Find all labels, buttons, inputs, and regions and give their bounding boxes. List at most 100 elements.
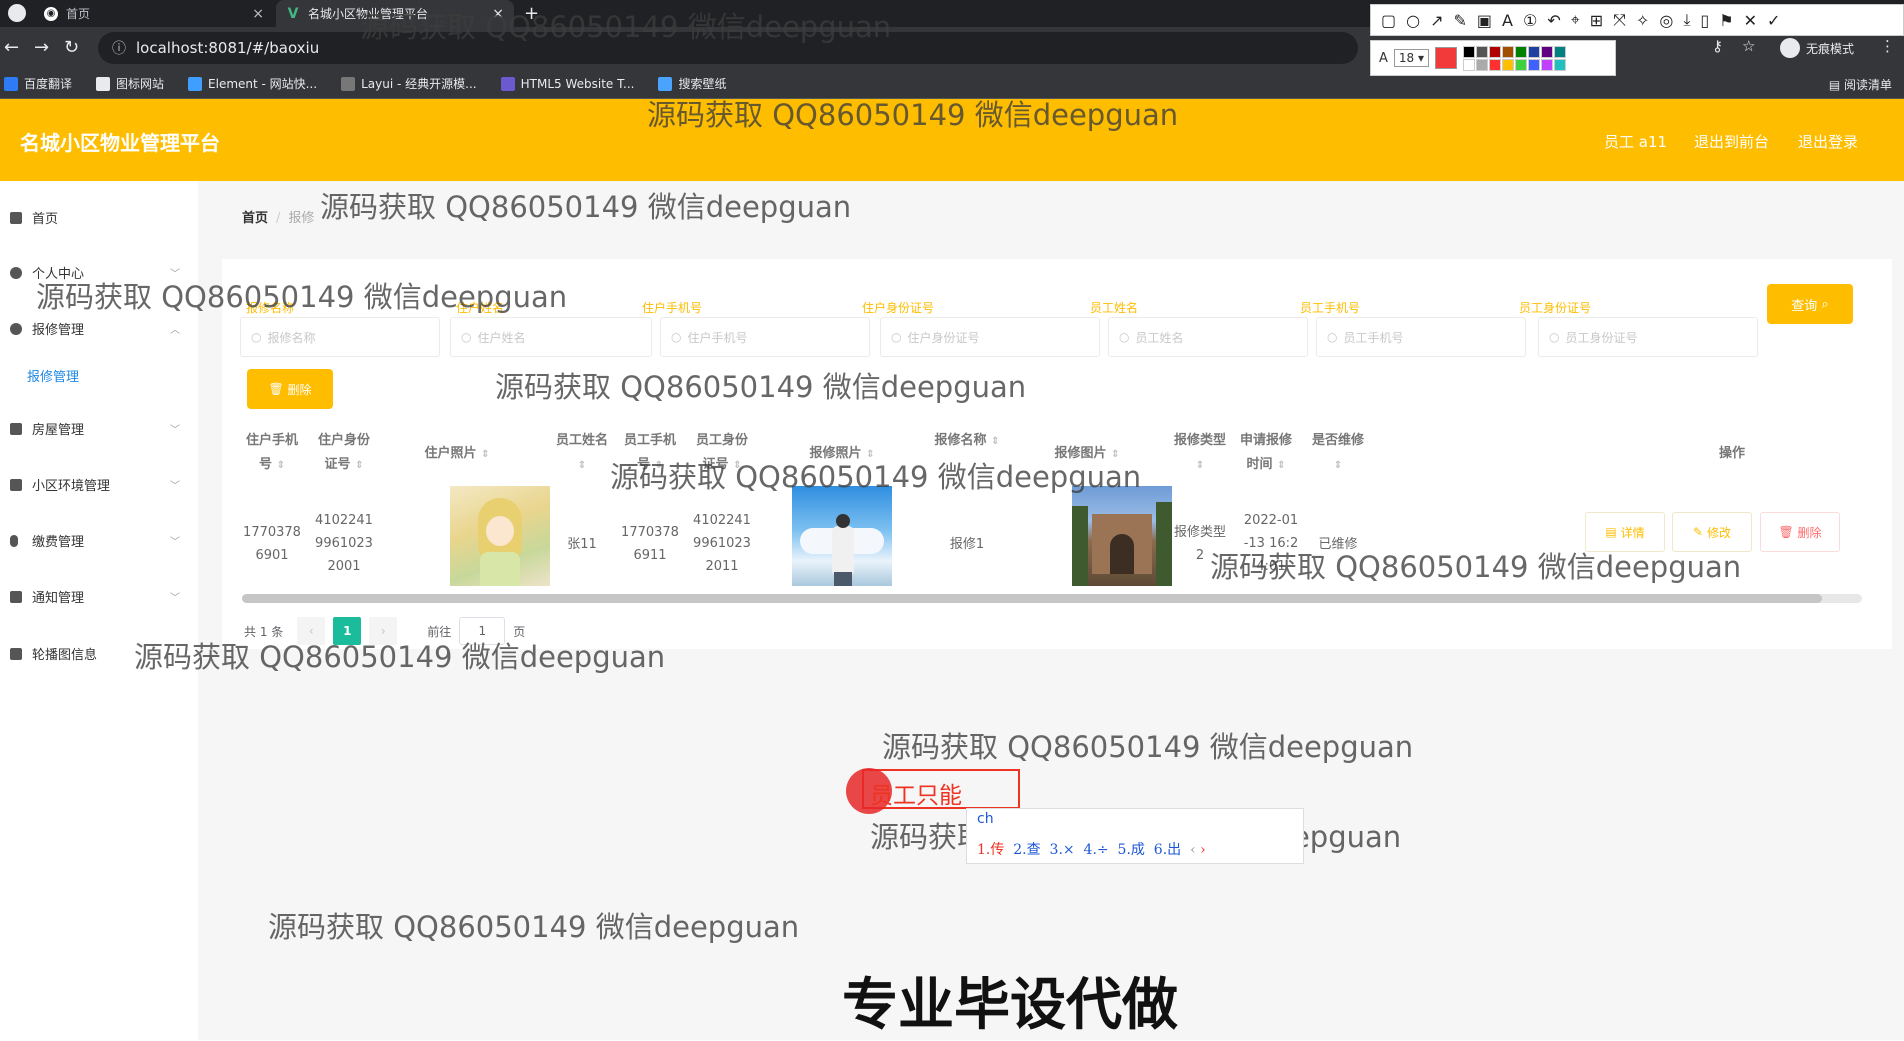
logout-link[interactable]: 退出登录	[1798, 131, 1858, 152]
color-swatch[interactable]	[1541, 45, 1554, 58]
ocr-icon[interactable]: ⊞	[1590, 11, 1603, 30]
repair-photo[interactable]	[792, 486, 892, 586]
bookmark-item[interactable]: Element - 网站快...	[188, 75, 317, 92]
magic-icon[interactable]: ✧	[1636, 11, 1649, 30]
active-color-swatch[interactable]	[1435, 47, 1458, 69]
scrollbar-thumb[interactable]	[242, 594, 1822, 603]
ime-candidate[interactable]: 4.÷	[1084, 842, 1109, 858]
col-header-repair-name[interactable]: 报修名称 ⇕	[922, 429, 1012, 454]
col-header-repaired[interactable]: 是否维修 ⇕	[1308, 429, 1368, 478]
record-icon[interactable]: ◎	[1659, 11, 1673, 30]
bookmark-item[interactable]: Layui - 经典开源模...	[341, 75, 477, 92]
forward-arrow-icon[interactable]: →	[34, 37, 49, 58]
phone-icon[interactable]: ▯	[1700, 11, 1709, 30]
color-swatch[interactable]	[1554, 45, 1567, 58]
color-swatch[interactable]	[1528, 45, 1541, 58]
bookmark-item[interactable]: 百度翻译	[4, 75, 72, 92]
search-icon: ○	[891, 330, 902, 344]
close-icon[interactable]: ✕	[1744, 11, 1757, 30]
resident-name-input[interactable]: ○ 住户姓名	[450, 317, 652, 357]
repair-name-input[interactable]: ○ 报修名称	[240, 317, 440, 357]
ime-candidate[interactable]: 1.传	[977, 842, 1004, 858]
text-icon[interactable]: A	[1502, 11, 1513, 30]
key-icon[interactable]: ⚷	[1712, 37, 1723, 55]
row-delete-button[interactable]: 🗑 删除	[1760, 512, 1840, 552]
download-icon[interactable]: ⤓	[1683, 10, 1690, 30]
repair-image[interactable]	[1072, 486, 1172, 586]
table-horizontal-scrollbar[interactable]	[242, 594, 1862, 603]
close-icon[interactable]: ×	[252, 6, 264, 22]
incognito-indicator[interactable]: 无痕模式	[1780, 38, 1854, 58]
browser-tab-home[interactable]: ◉ 首页 ×	[34, 0, 274, 27]
font-size-select[interactable]: 18 ▾	[1393, 49, 1430, 67]
query-button[interactable]: 查询 ⌕	[1767, 284, 1853, 324]
col-header-resident-photo[interactable]: 住户照片 ⇕	[412, 442, 502, 467]
resident-photo[interactable]	[450, 486, 550, 586]
resident-id-input[interactable]: ○ 住户身份证号	[880, 317, 1100, 357]
color-swatch[interactable]	[1489, 58, 1502, 71]
sidebar-item-house[interactable]: 房屋管理 ﹀	[10, 419, 190, 438]
bookmark-item[interactable]: 图标网站	[96, 75, 164, 92]
sidebar-item-environment[interactable]: 小区环境管理 ﹀	[10, 475, 190, 494]
pin-icon[interactable]: ⌖	[1571, 10, 1580, 30]
col-header-repair-type[interactable]: 报修类型 ⇕	[1170, 429, 1230, 478]
color-swatch[interactable]	[1502, 58, 1515, 71]
bookmark-item[interactable]: HTML5 Website T...	[500, 76, 634, 91]
color-swatch[interactable]	[1541, 58, 1554, 71]
ime-candidate[interactable]: 6.出	[1154, 842, 1181, 858]
circle-icon[interactable]: ○	[1406, 11, 1420, 30]
sidebar-item-payment[interactable]: 缴费管理 ﹀	[10, 531, 190, 550]
color-swatch[interactable]	[1476, 58, 1489, 71]
reading-list[interactable]: ▤ 阅读清单	[1829, 76, 1892, 93]
back-arrow-icon[interactable]: ←	[4, 37, 19, 58]
color-swatch[interactable]	[1515, 45, 1528, 58]
chrome-menu-icon[interactable]	[8, 4, 26, 22]
staff-phone-input[interactable]: ○ 员工手机号	[1316, 317, 1526, 357]
cell-line: 4102241	[315, 513, 373, 528]
mosaic-icon[interactable]: ▣	[1477, 11, 1492, 30]
staff-id-input[interactable]: ○ 员工身份证号	[1538, 317, 1758, 357]
ime-prev-icon[interactable]: ‹	[1190, 842, 1196, 858]
reload-icon[interactable]: ↻	[64, 37, 79, 58]
pencil-icon[interactable]: ✎	[1454, 11, 1467, 30]
col-header-apply-time[interactable]: 申请报修时间 ⇕	[1236, 429, 1296, 478]
color-swatch[interactable]	[1463, 45, 1476, 58]
arrow-icon[interactable]: ↗	[1430, 11, 1443, 30]
breadcrumb-home[interactable]: 首页	[242, 211, 268, 226]
batch-delete-button[interactable]: 🗑 删除	[247, 369, 333, 409]
sidebar-item-repair[interactable]: 报修管理 ︿	[10, 319, 190, 338]
color-swatch[interactable]	[1528, 58, 1541, 71]
ime-candidate[interactable]: 2.查	[1013, 842, 1040, 858]
number-icon[interactable]: ①	[1523, 11, 1537, 30]
font-size-value: 18	[1398, 51, 1415, 65]
cell-line: 9961023	[315, 536, 373, 551]
color-swatch[interactable]	[1476, 45, 1489, 58]
ime-candidate[interactable]: 5.成	[1118, 842, 1145, 858]
resident-phone-input[interactable]: ○ 住户手机号	[660, 317, 870, 357]
ime-next-icon[interactable]: ›	[1200, 842, 1206, 858]
color-swatch[interactable]	[1489, 45, 1502, 58]
sidebar-item-home[interactable]: 首页	[10, 208, 190, 227]
back-to-front-link[interactable]: 退出到前台	[1694, 131, 1769, 152]
col-header-staff-name[interactable]: 员工姓名 ⇕	[552, 429, 612, 478]
col-header-resident-id[interactable]: 住户身份证号 ⇕	[314, 429, 374, 478]
color-swatch[interactable]	[1515, 58, 1528, 71]
scale-icon[interactable]: ⤧	[1613, 10, 1626, 30]
kebab-menu-icon[interactable]: ⋮	[1880, 37, 1895, 55]
rectangle-icon[interactable]: ▢	[1381, 11, 1396, 30]
color-swatch[interactable]	[1502, 45, 1515, 58]
staff-name-input[interactable]: ○ 员工姓名	[1108, 317, 1308, 357]
ime-candidate[interactable]: 3.×	[1050, 842, 1075, 858]
color-swatch[interactable]	[1463, 58, 1476, 71]
star-icon[interactable]: ☆	[1742, 37, 1755, 55]
color-palette[interactable]	[1463, 45, 1567, 71]
bookmark-item[interactable]: 搜索壁纸	[658, 75, 726, 92]
sidebar-item-notice[interactable]: 通知管理 ﹀	[10, 587, 190, 606]
sidebar-subitem-repair[interactable]: 报修管理	[27, 366, 79, 385]
check-icon[interactable]: ✓	[1767, 11, 1780, 30]
color-swatch[interactable]	[1554, 58, 1567, 71]
bookmark-icon[interactable]: ⚑	[1719, 11, 1733, 30]
undo-icon[interactable]: ↶	[1547, 11, 1560, 30]
col-header-resident-phone[interactable]: 住户手机号 ⇕	[242, 429, 302, 478]
detail-label: 详情	[1620, 525, 1645, 540]
